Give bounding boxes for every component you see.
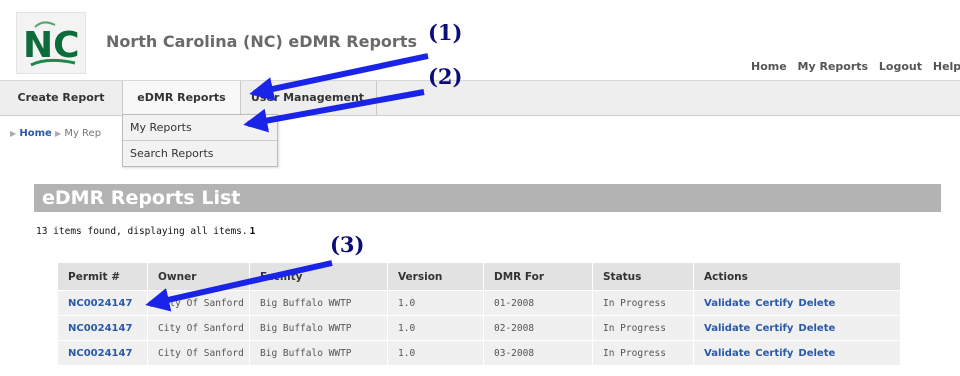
cell-actions: Validate Certify Delete [693, 315, 901, 341]
tab-user-management[interactable]: User Management [239, 81, 377, 115]
edmr-reports-dropdown: My Reports Search Reports [122, 114, 278, 167]
cell-status: In Progress [592, 340, 694, 366]
validate-link[interactable]: Validate [704, 298, 750, 309]
cell-facility: Big Buffalo WWTP [249, 315, 388, 341]
col-facility[interactable]: Facility [249, 262, 388, 291]
cell-dmr-for: 01-2008 [483, 290, 593, 316]
home-link[interactable]: Home [751, 60, 787, 73]
cell-owner: City Of Sanford [147, 315, 250, 341]
tab-bar: Create Report eDMR Reports User Manageme… [0, 80, 960, 116]
validate-link[interactable]: Validate [704, 323, 750, 334]
table-row: NC0024147 City Of Sanford Big Buffalo WW… [57, 315, 901, 341]
col-version[interactable]: Version [387, 262, 484, 291]
breadcrumb: ▶ Home ▶ My Rep [10, 128, 101, 139]
col-permit[interactable]: Permit # [57, 262, 148, 291]
breadcrumb-current: My Rep [64, 128, 102, 139]
page-number[interactable]: 1 [250, 226, 256, 237]
cell-facility: Big Buffalo WWTP [249, 290, 388, 316]
validate-link[interactable]: Validate [704, 348, 750, 359]
certify-link[interactable]: Certify [755, 323, 793, 334]
logout-link[interactable]: Logout [879, 60, 922, 73]
tab-edmr-reports[interactable]: eDMR Reports [122, 81, 241, 115]
menu-item-search-reports[interactable]: Search Reports [123, 140, 277, 166]
table-header-row: Permit # Owner Facility Version DMR For … [57, 262, 901, 291]
callout-3: (3) [330, 232, 365, 257]
cell-owner: City Of Sanford [147, 290, 250, 316]
delete-link[interactable]: Delete [798, 323, 835, 334]
cell-status: In Progress [592, 290, 694, 316]
help-link[interactable]: Help [933, 60, 960, 73]
certify-link[interactable]: Certify [755, 298, 793, 309]
tab-create-report[interactable]: Create Report [0, 81, 122, 115]
table-row: NC0024147 City Of Sanford Big Buffalo WW… [57, 340, 901, 366]
permit-link[interactable]: NC0024147 [68, 348, 132, 359]
cell-dmr-for: 03-2008 [483, 340, 593, 366]
col-actions: Actions [693, 262, 901, 291]
breadcrumb-arrow-icon: ▶ [54, 129, 62, 138]
cell-status: In Progress [592, 315, 694, 341]
top-nav: Home My Reports Logout Help [751, 60, 960, 73]
delete-link[interactable]: Delete [798, 348, 835, 359]
cell-permit: NC0024147 [57, 340, 148, 366]
permit-link[interactable]: NC0024147 [68, 298, 132, 309]
items-found-label: 13 items found, displaying all items. [36, 226, 248, 237]
page-title: eDMR Reports List [34, 184, 941, 212]
certify-link[interactable]: Certify [755, 348, 793, 359]
cell-dmr-for: 02-2008 [483, 315, 593, 341]
cell-version: 1.0 [387, 315, 484, 341]
callout-2: (2) [428, 64, 463, 89]
cell-facility: Big Buffalo WWTP [249, 340, 388, 366]
cell-owner: City Of Sanford [147, 340, 250, 366]
permit-link[interactable]: NC0024147 [68, 323, 132, 334]
items-found-text: 13 items found, displaying all items. 1 [36, 226, 255, 237]
menu-item-my-reports[interactable]: My Reports [123, 115, 277, 140]
reports-table: Permit # Owner Facility Version DMR For … [57, 262, 901, 366]
cell-actions: Validate Certify Delete [693, 290, 901, 316]
app-title: North Carolina (NC) eDMR Reports [106, 32, 417, 51]
col-status[interactable]: Status [592, 262, 694, 291]
cell-version: 1.0 [387, 290, 484, 316]
callout-1: (1) [428, 20, 463, 45]
my-reports-link[interactable]: My Reports [798, 60, 869, 73]
nc-logo: NC [16, 12, 86, 74]
cell-permit: NC0024147 [57, 290, 148, 316]
delete-link[interactable]: Delete [798, 298, 835, 309]
breadcrumb-home[interactable]: Home [19, 128, 51, 139]
cell-permit: NC0024147 [57, 315, 148, 341]
cell-version: 1.0 [387, 340, 484, 366]
col-owner[interactable]: Owner [147, 262, 250, 291]
col-dmr-for[interactable]: DMR For [483, 262, 593, 291]
breadcrumb-arrow-icon: ▶ [10, 129, 17, 138]
table-row: NC0024147 City Of Sanford Big Buffalo WW… [57, 290, 901, 316]
cell-actions: Validate Certify Delete [693, 340, 901, 366]
